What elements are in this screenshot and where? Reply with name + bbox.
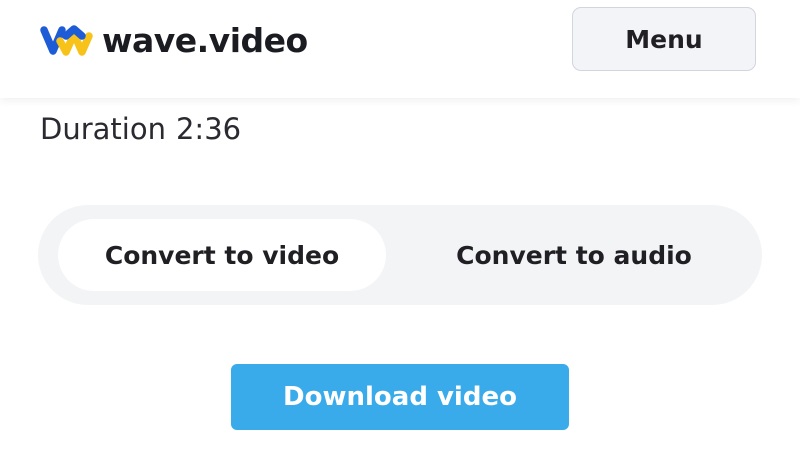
duration-label: Duration [40,112,166,146]
logo-text: wave.video [102,20,308,60]
convert-toggle: Convert to video Convert to audio [38,205,762,305]
menu-button[interactable]: Menu [572,7,756,71]
convert-to-video-option[interactable]: Convert to video [58,219,386,291]
download-video-button[interactable]: Download video [231,364,569,430]
convert-to-audio-option[interactable]: Convert to audio [406,219,742,291]
app-header: wave.video Menu [0,0,800,98]
duration-info: Duration 2:36 [40,112,241,146]
duration-value: 2:36 [175,112,242,146]
brand-logo[interactable]: wave.video [38,20,308,60]
wave-logo-icon [40,25,93,56]
